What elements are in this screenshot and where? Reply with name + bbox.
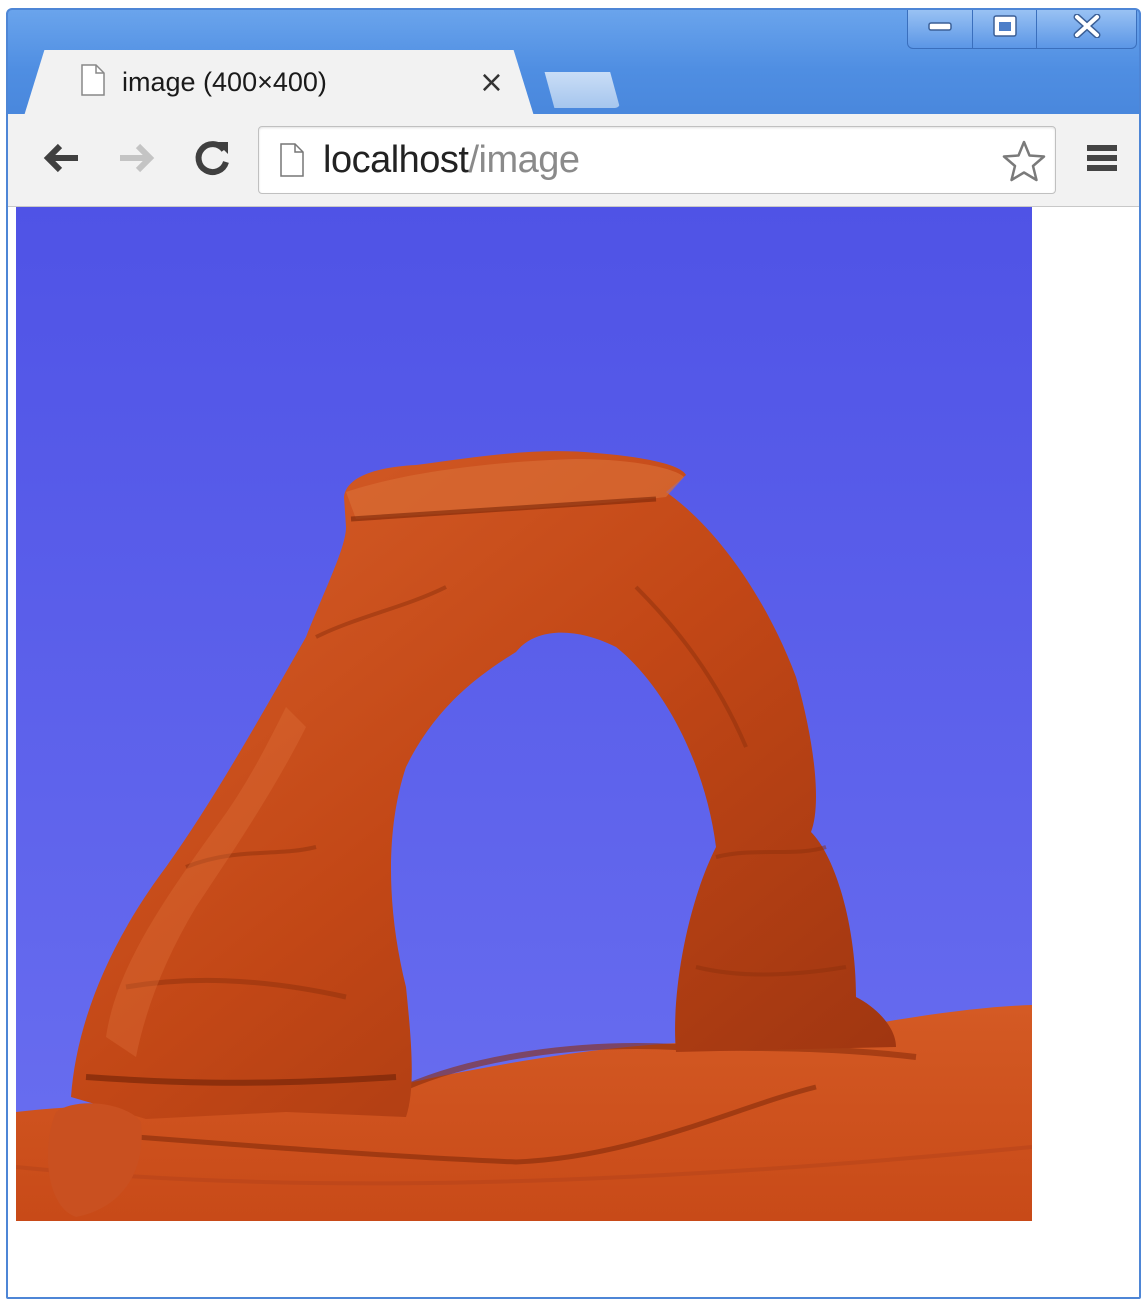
tab-close-button[interactable]: × [479, 65, 504, 100]
tab-title: image (400×400) [122, 66, 327, 97]
back-button[interactable] [38, 136, 86, 184]
maximize-icon [992, 14, 1018, 43]
minimize-button[interactable] [908, 10, 972, 48]
url-text: localhost/image [323, 139, 580, 182]
displayed-image [16, 207, 1032, 1221]
tab-image[interactable]: image (400×400) × [24, 50, 534, 116]
menu-button[interactable] [1078, 136, 1126, 184]
page-content [8, 207, 1139, 1297]
window-caption-buttons [907, 10, 1137, 49]
browser-window: image (400×400) × localhost/image [6, 8, 1141, 1299]
hamburger-menu-icon [1085, 141, 1119, 180]
minimize-icon [928, 19, 952, 37]
back-arrow-icon [42, 141, 82, 180]
maximize-button[interactable] [972, 10, 1036, 48]
reload-icon [192, 138, 232, 183]
star-icon [1001, 140, 1047, 187]
browser-toolbar: localhost/image [8, 114, 1139, 207]
tab-content: image (400×400) × [80, 62, 504, 102]
forward-button[interactable] [112, 136, 160, 184]
bookmark-star-button[interactable] [1001, 139, 1047, 188]
forward-arrow-icon [116, 141, 156, 180]
url-path: /image [468, 139, 580, 181]
address-bar[interactable]: localhost/image [258, 126, 1056, 194]
url-host: localhost [323, 139, 469, 181]
close-window-button[interactable] [1036, 10, 1136, 48]
page-icon [80, 63, 106, 101]
new-tab-button[interactable] [544, 72, 620, 108]
close-window-icon [1072, 13, 1102, 43]
page-icon [279, 143, 305, 182]
reload-button[interactable] [188, 136, 236, 184]
